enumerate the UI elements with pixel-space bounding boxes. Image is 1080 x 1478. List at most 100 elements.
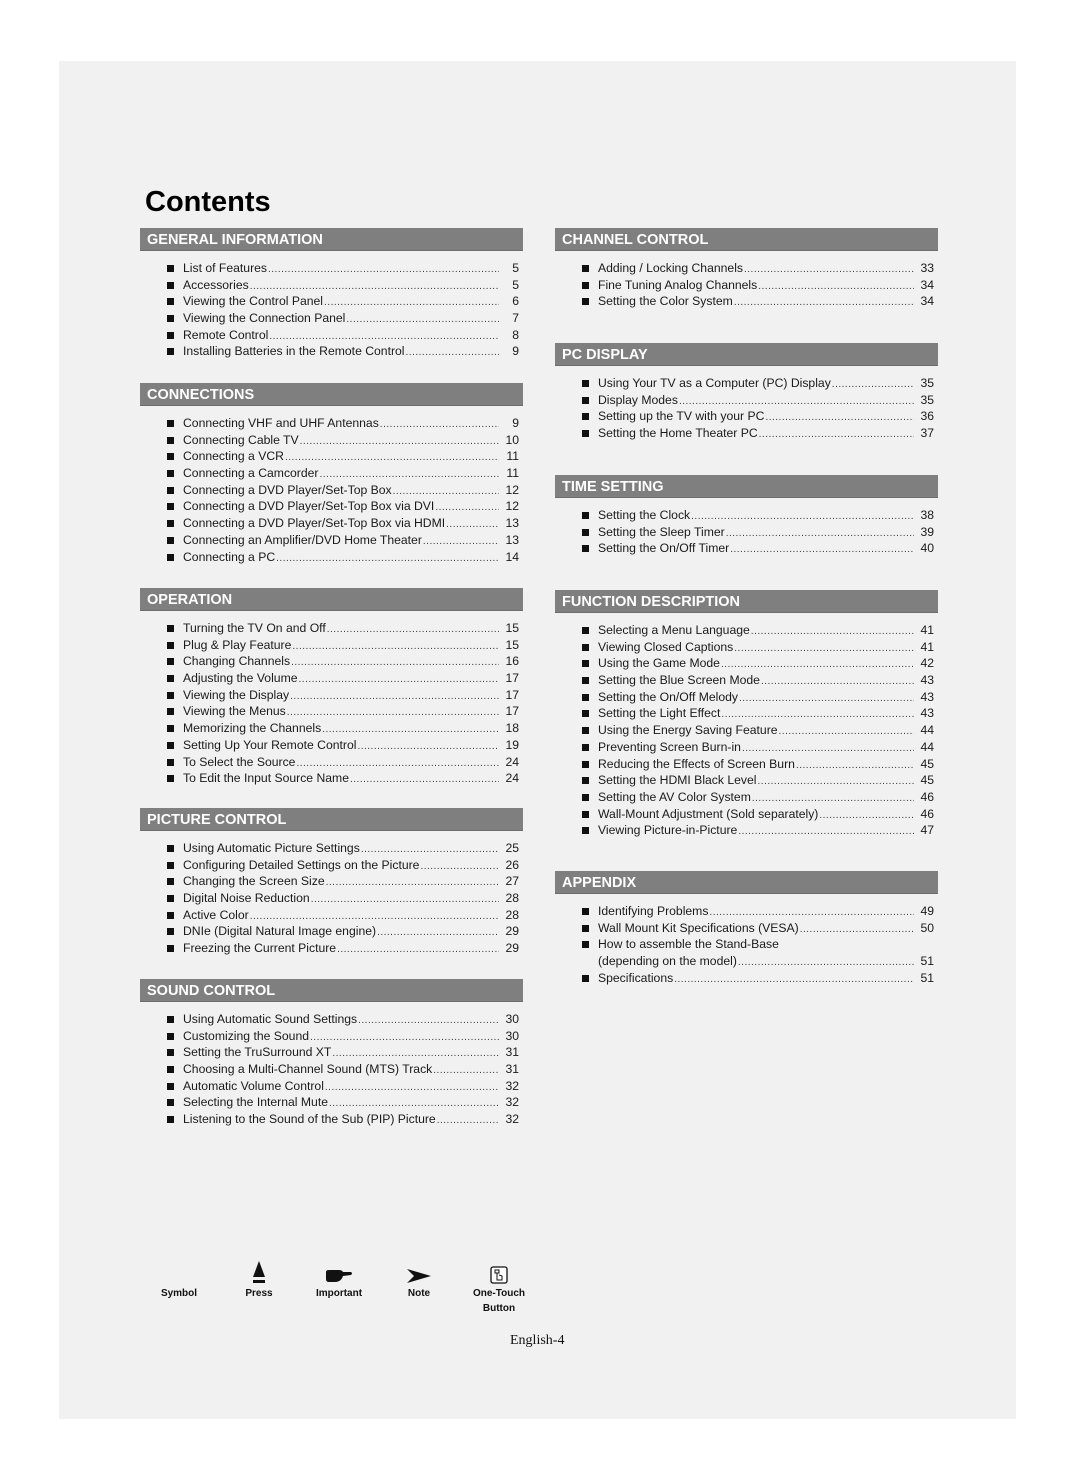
note-arrow-icon	[379, 1258, 459, 1284]
toc-entry[interactable]: Connecting a DVD Player/Set-Top Box via …	[140, 498, 523, 515]
toc-entry[interactable]: Active Color 28	[140, 907, 523, 924]
toc-entry[interactable]: Setting the Blue Screen Mode 43	[555, 672, 938, 689]
section-heading[interactable]: PC DISPLAY	[555, 343, 938, 366]
toc-entry[interactable]: Connecting Cable TV 10	[140, 432, 523, 449]
toc-entry[interactable]: To Select the Source 24	[140, 754, 523, 771]
toc-entry[interactable]: Setting the Light Effect 43	[555, 705, 938, 722]
entry-page-number: 36	[920, 409, 934, 424]
section-heading[interactable]: OPERATION	[140, 588, 523, 611]
toc-entry[interactable]: Preventing Screen Burn-in 44	[555, 739, 938, 756]
bullet-square-icon	[167, 453, 174, 461]
toc-entry[interactable]: Automatic Volume Control 32	[140, 1078, 523, 1095]
toc-entry[interactable]: Viewing the Display 17	[140, 687, 523, 704]
toc-entry[interactable]: DNIe (Digital Natural Image engine) 29	[140, 923, 523, 940]
toc-entry[interactable]: Connecting a DVD Player/Set-Top Box via …	[140, 515, 523, 532]
toc-entry[interactable]: Adjusting the Volume 17	[140, 670, 523, 687]
section-heading[interactable]: SOUND CONTROL	[140, 979, 523, 1002]
entry-page-number: 17	[505, 671, 519, 686]
toc-entry[interactable]: Setting the TruSurround XT 31	[140, 1044, 523, 1061]
toc-entry[interactable]: List of Features 5	[140, 260, 523, 277]
toc-entry[interactable]: Using Automatic Picture Settings 25	[140, 840, 523, 857]
toc-entry[interactable]: Reducing the Effects of Screen Burn 45	[555, 756, 938, 773]
entry-page-number: 44	[920, 723, 934, 738]
toc-entry[interactable]: Display Modes 35	[555, 392, 938, 409]
entry-title: Setting the TruSurround XT	[183, 1045, 332, 1060]
toc-entry[interactable]: Setting the On/Off Timer 40	[555, 540, 938, 557]
toc-entry[interactable]: Turning the TV On and Off 15	[140, 620, 523, 637]
bullet-square-icon	[167, 911, 174, 919]
toc-entry[interactable]: Wall-Mount Adjustment (Sold separately) 4…	[555, 806, 938, 823]
toc-entry[interactable]: Setting Up Your Remote Control 19	[140, 737, 523, 754]
toc-entry[interactable]: Memorizing the Channels 18	[140, 720, 523, 737]
section-heading[interactable]: FUNCTION DESCRIPTION	[555, 590, 938, 613]
toc-entry[interactable]: Choosing a Multi-Channel Sound (MTS) Tra…	[140, 1061, 523, 1078]
toc-entry[interactable]: Setting the On/Off Melody 43	[555, 689, 938, 706]
toc-entry[interactable]: Listening to the Sound of the Sub (PIP) …	[140, 1111, 523, 1128]
toc-entry[interactable]: Viewing Picture-in-Picture 47	[555, 822, 938, 839]
section-heading[interactable]: CONNECTIONS	[140, 383, 523, 406]
toc-entry[interactable]: Accessories 5	[140, 277, 523, 294]
entry-page-number: 45	[920, 756, 934, 771]
toc-entry[interactable]: Identifying Problems 49	[555, 903, 938, 920]
toc-entry[interactable]: Selecting a Menu Language 41	[555, 622, 938, 639]
toc-entry[interactable]: How to assemble the Stand-Base	[555, 936, 938, 953]
entry-title: Viewing the Connection Panel	[183, 311, 346, 326]
toc-entry[interactable]: Using the Game Mode 42	[555, 655, 938, 672]
toc-entry[interactable]: Viewing the Connection Panel 7	[140, 310, 523, 327]
toc-entry[interactable]: Setting the AV Color System 46	[555, 789, 938, 806]
toc-entry[interactable]: Connecting a DVD Player/Set-Top Box 12	[140, 482, 523, 499]
toc-entry[interactable]: Setting the Color System 34	[555, 293, 938, 310]
entry-title: Setting the Home Theater PC	[598, 426, 758, 441]
bullet-square-icon	[582, 710, 589, 718]
toc-entry[interactable]: Adding / Locking Channels 33	[555, 260, 938, 277]
toc-entry[interactable]: Plug & Play Feature 15	[140, 637, 523, 654]
entry-title: Selecting a Menu Language	[598, 623, 750, 637]
toc-entry[interactable]: Connecting a VCR 11	[140, 448, 523, 465]
entry-title: Viewing Picture-in-Picture	[598, 823, 738, 838]
dot-leader	[734, 295, 914, 312]
toc-entry[interactable]: Viewing the Menus 17	[140, 703, 523, 720]
toc-entry[interactable]: Changing Channels 16	[140, 653, 523, 670]
toc-entry[interactable]: Specifications 51	[555, 970, 938, 987]
section-connections: CONNECTIONS Connecting VHF and UHF Anten…	[140, 383, 523, 565]
toc-entry[interactable]: Setting the Clock 38	[555, 507, 938, 524]
bullet-square-icon	[582, 528, 589, 536]
toc-entry[interactable]: Configuring Detailed Settings on the Pic…	[140, 857, 523, 874]
section-heading[interactable]: TIME SETTING	[555, 475, 938, 498]
toc-entry[interactable]: Viewing Closed Captions 41	[555, 639, 938, 656]
bullet-square-icon	[167, 1049, 174, 1057]
section-heading[interactable]: PICTURE CONTROL	[140, 808, 523, 831]
toc-entry[interactable]: Connecting a PC 14	[140, 549, 523, 566]
toc-entry[interactable]: Viewing the Control Panel 6	[140, 293, 523, 310]
bullet-square-icon	[167, 625, 174, 632]
toc-entry[interactable]: Setting up the TV with your PC 36	[555, 408, 938, 425]
toc-entry[interactable]: Connecting a Camcorder 11	[140, 465, 523, 482]
toc-entry[interactable]: Freezing the Current Picture 29	[140, 940, 523, 957]
bullet-square-icon	[167, 1066, 174, 1074]
entry-page-number: 31	[505, 1062, 519, 1077]
toc-entry[interactable]: Setting the HDMI Black Level 45	[555, 772, 938, 789]
toc-entry[interactable]: Fine Tuning Analog Channels 34	[555, 277, 938, 294]
toc-entry[interactable]: Setting the Sleep Timer 39	[555, 524, 938, 541]
toc-entry[interactable]: To Edit the Input Source Name 24	[140, 770, 523, 787]
toc-entry[interactable]: Connecting VHF and UHF Antennas 9	[140, 415, 523, 432]
toc-entry[interactable]: Setting the Home Theater PC 37	[555, 425, 938, 442]
toc-entry[interactable]: Using Automatic Sound Settings 30	[140, 1011, 523, 1028]
toc-entry[interactable]: Remote Control 8	[140, 327, 523, 344]
toc-entry[interactable]: Customizing the Sound 30	[140, 1028, 523, 1045]
toc-entry[interactable]: Digital Noise Reduction 28	[140, 890, 523, 907]
section-heading[interactable]: GENERAL INFORMATION	[140, 228, 523, 251]
toc-entry[interactable]: Wall Mount Kit Specifications (VESA) 50	[555, 920, 938, 937]
toc-entry[interactable]: Using the Energy Saving Feature 44	[555, 722, 938, 739]
section-heading[interactable]: APPENDIX	[555, 871, 938, 894]
toc-entry[interactable]: Selecting the Internal Mute 32	[140, 1094, 523, 1111]
toc-entry[interactable]: Using Your TV as a Computer (PC) Display…	[555, 375, 938, 392]
toc-entry-continued[interactable]: (depending on the model) 51	[555, 953, 938, 970]
toc-entry[interactable]: Connecting an Amplifier/DVD Home Theater…	[140, 532, 523, 549]
toc-entry[interactable]: Changing the Screen Size 27	[140, 873, 523, 890]
toc-entry[interactable]: Installing Batteries in the Remote Contr…	[140, 343, 523, 360]
page-number-footer: English-4	[510, 1333, 565, 1348]
section-heading[interactable]: CHANNEL CONTROL	[555, 228, 938, 251]
press-triangle-icon	[219, 1258, 299, 1284]
entry-page-number: 30	[505, 1028, 519, 1043]
